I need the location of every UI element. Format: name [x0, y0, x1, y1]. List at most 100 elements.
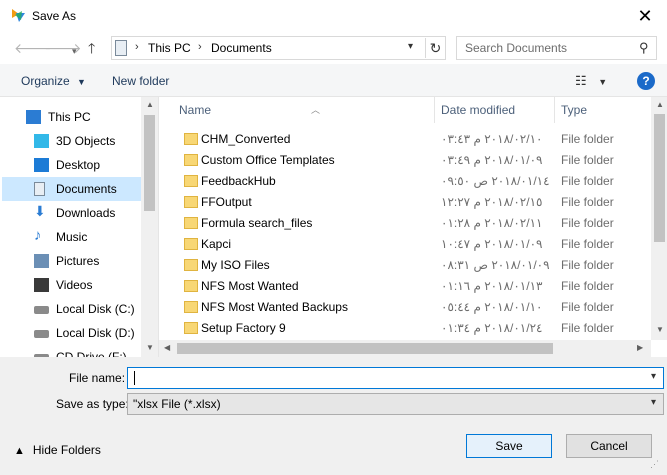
file-type: File folder	[561, 132, 614, 146]
file-type: File folder	[561, 279, 614, 293]
up-button[interactable]: 🡑	[88, 40, 95, 56]
file-type: File folder	[561, 258, 614, 272]
breadcrumb-separator-icon[interactable]: ›	[198, 41, 202, 53]
music-icon: ♪	[34, 227, 42, 244]
scrollbar-thumb[interactable]	[144, 115, 155, 211]
file-row[interactable]: NFS Most Wanted ٢٠١٨/٠١/١٣ م ٠١:١٦ File fo…	[169, 276, 649, 297]
search-input[interactable]: Search Documents ⚲	[456, 36, 657, 60]
file-name: My ISO Files	[201, 258, 270, 272]
scrollbar-thumb[interactable]	[177, 343, 553, 354]
folder-icon	[184, 301, 198, 313]
recent-locations-button[interactable]: ▾	[72, 43, 77, 59]
sidebar-item[interactable]: Desktop	[2, 153, 141, 177]
file-date: ٢٠١٨/٠١/٠٩ م ١٠:٤٧	[441, 237, 543, 251]
file-name: FFOutput	[201, 195, 252, 209]
cube-icon	[34, 134, 49, 148]
scroll-down-icon[interactable]: ▼	[656, 325, 664, 334]
scrollbar-thumb[interactable]	[654, 114, 665, 242]
column-header-type[interactable]: Type	[555, 97, 651, 123]
column-name-label: Name	[179, 103, 212, 117]
refresh-icon[interactable]: ↻	[425, 38, 445, 58]
sidebar-scrollbar[interactable]: ▲ ▼	[141, 97, 158, 357]
pictures-icon	[34, 254, 49, 268]
sidebar-item-label: 3D Objects	[56, 134, 116, 148]
sidebar-item-label: CD Drive (F:)	[56, 350, 127, 357]
sidebar-item-label: Downloads	[56, 206, 116, 220]
sidebar-item-label: This PC	[48, 110, 91, 124]
save-as-type-label: Save as type:	[56, 397, 129, 411]
sidebar-item[interactable]: ⬇ Downloads	[2, 201, 141, 225]
save-button[interactable]: Save	[466, 434, 552, 458]
file-row[interactable]: Kapci ٢٠١٨/٠١/٠٩ م ١٠:٤٧ File folder	[169, 234, 649, 255]
sidebar-item[interactable]: 3D Objects	[2, 129, 141, 153]
drive-icon	[34, 306, 49, 314]
sidebar-item[interactable]: Documents	[2, 177, 141, 201]
scroll-left-icon[interactable]: ◀	[164, 343, 170, 352]
breadcrumb-separator-icon[interactable]: ›	[135, 41, 139, 53]
column-header-date[interactable]: Date modified	[435, 97, 555, 123]
file-list-horizontal-scrollbar[interactable]: ◀ ▶	[159, 340, 651, 357]
sidebar-item[interactable]: Local Disk (C:)	[2, 297, 141, 321]
file-list-vertical-scrollbar[interactable]: ▲ ▼	[651, 97, 667, 340]
file-row[interactable]: CHM_Converted ٢٠١٨/٠٢/١٠ م ٠٣:٤٣ File fold…	[169, 129, 649, 150]
save-options-panel: File name: ▾ Save as type: "xlsx File (*…	[0, 357, 667, 475]
hide-folders-label: Hide Folders	[32, 443, 101, 457]
file-row[interactable]: Custom Office Templates ٢٠١٨/٠١/٠٩ م ٠٣:٤…	[169, 150, 649, 171]
file-row[interactable]: Setup Factory 9 ٢٠١٨/٠١/٢٤ م ٠١:٣٤ File fo…	[169, 318, 649, 339]
scroll-down-icon[interactable]: ▼	[146, 343, 154, 352]
chevron-down-icon: ▼	[598, 77, 608, 87]
folder-icon	[184, 175, 198, 187]
resize-grip-icon[interactable]: ⋰	[650, 459, 659, 470]
sidebar-item[interactable]: Videos	[2, 273, 141, 297]
folder-icon	[184, 259, 198, 271]
computer-icon	[26, 110, 41, 124]
file-row[interactable]: FFOutput ٢٠١٨/٠٢/١٥ م ١٢:٢٧ File folder	[169, 192, 649, 213]
organize-button[interactable]: Organize ▼	[21, 74, 86, 88]
save-as-type-select[interactable]: "xlsx File (*.xlsx) ▾	[127, 393, 664, 415]
sidebar-item-label: Music	[56, 230, 88, 244]
chevron-down-icon[interactable]: ▾	[408, 41, 413, 52]
file-date: ٢٠١٨/٠٢/١٥ م ١٢:٢٧	[441, 195, 543, 209]
sidebar-item[interactable]: Pictures	[2, 249, 141, 273]
file-name-field[interactable]: ▾	[127, 367, 664, 389]
column-header-name[interactable]: Name ︿	[169, 97, 435, 123]
command-toolbar: Organize ▼ New folder ☷ ▼ ?	[0, 64, 667, 97]
file-row[interactable]: NFS Most Wanted Backups ٢٠١٨/٠١/١٠ م ٠٥:٤…	[169, 297, 649, 318]
scroll-up-icon[interactable]: ▲	[656, 100, 664, 109]
column-type-label: Type	[561, 103, 588, 117]
file-row[interactable]: FeedbackHub ٢٠١٨/٠١/١٤ ص ٠٩:٥٠ File folder	[169, 171, 649, 192]
desktop-icon	[34, 158, 49, 172]
change-view-button[interactable]: ☷ ▼	[575, 73, 607, 89]
file-row[interactable]: My ISO Files ٢٠١٨/٠١/٠٩ ص ٠٨:٣١ File folde…	[169, 255, 649, 276]
file-date: ٢٠١٨/٠١/١٣ م ٠١:١٦	[441, 279, 543, 293]
chevron-down-icon[interactable]: ▾	[651, 371, 656, 382]
file-type: File folder	[561, 153, 614, 167]
breadcrumb-this-pc[interactable]: This PC	[148, 41, 191, 55]
cancel-button[interactable]: Cancel	[566, 434, 652, 458]
file-row[interactable]: Formula search_files ٢٠١٨/٠٢/١١ م ٠١:٢٨ Fi…	[169, 213, 649, 234]
close-button[interactable]: ✕	[628, 4, 662, 28]
chevron-down-icon[interactable]: ▾	[651, 397, 656, 408]
sidebar-item[interactable]: CD Drive (F:)	[2, 345, 141, 357]
file-type: File folder	[561, 237, 614, 251]
search-icon[interactable]: ⚲	[639, 40, 649, 56]
save-as-type-value: "xlsx File (*.xlsx)	[133, 397, 221, 411]
sidebar-item[interactable]: ♪ Music	[2, 225, 141, 249]
sidebar-item[interactable]: This PC	[2, 105, 141, 129]
scroll-up-icon[interactable]: ▲	[146, 100, 154, 109]
file-name: NFS Most Wanted Backups	[201, 300, 348, 314]
new-folder-button[interactable]: New folder	[112, 74, 169, 88]
file-date: ٢٠١٨/٠١/٢٤ م ٠١:٣٤	[441, 321, 543, 335]
hide-folders-button[interactable]: ▲ Hide Folders	[14, 443, 101, 457]
file-date: ٢٠١٨/٠٢/١٠ م ٠٣:٤٣	[441, 132, 543, 146]
address-bar[interactable]: › This PC › Documents ▾ ↻	[111, 36, 446, 60]
file-type: File folder	[561, 321, 614, 335]
sort-ascending-icon: ︿	[311, 105, 321, 115]
scroll-right-icon[interactable]: ▶	[637, 343, 643, 352]
file-date: ٢٠١٨/٠٢/١١ م ٠١:٢٨	[441, 216, 543, 230]
help-button[interactable]: ?	[637, 72, 655, 90]
document-icon	[34, 182, 45, 196]
sidebar-item[interactable]: Local Disk (D:)	[2, 321, 141, 345]
file-name: NFS Most Wanted	[201, 279, 299, 293]
breadcrumb-documents[interactable]: Documents	[211, 41, 272, 55]
